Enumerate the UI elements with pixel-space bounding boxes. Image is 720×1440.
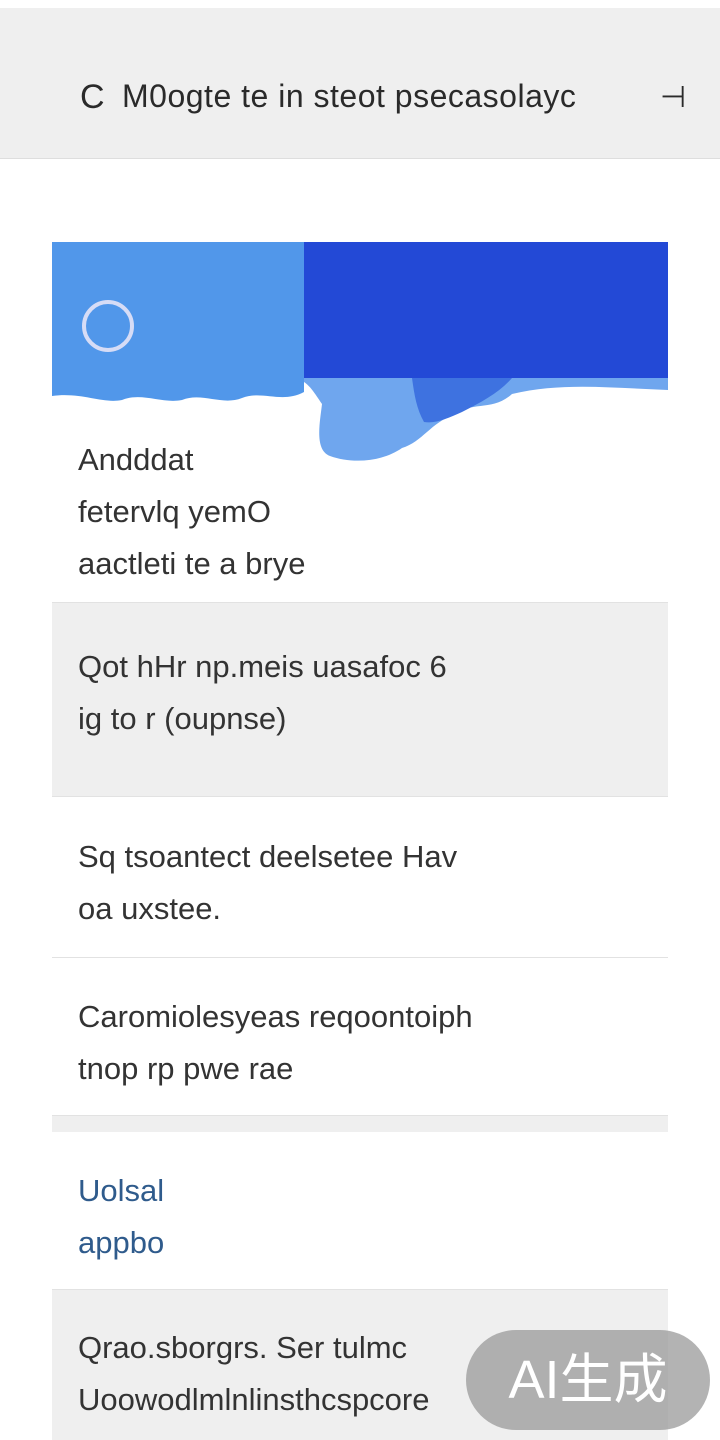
more-icon[interactable]: ⊣ (660, 80, 686, 115)
section-divider (52, 1116, 668, 1132)
hero-text: Andddat fetervlq yemO aactleti te a brye (78, 442, 306, 581)
back-icon[interactable]: C (80, 78, 105, 117)
ai-generated-watermark: AI生成 (466, 1330, 710, 1430)
circle-icon (82, 300, 134, 352)
list-item-text: Caromiolesyeas reqoontoiph tnop rp pwe r… (78, 999, 473, 1086)
list-item[interactable]: Uolsal appbo (52, 1133, 668, 1290)
hero-card[interactable]: Andddat fetervlq yemO aactleti te a brye (52, 242, 668, 603)
list-item-text: Qot hHr np.meis uasafoc 6 ig to r (oupns… (78, 649, 447, 736)
list-item[interactable]: Sq tsoantect deelsetee Hav oa uxstee. (52, 797, 668, 958)
list-item[interactable]: Caromiolesyeas reqoontoiph tnop rp pwe r… (52, 958, 668, 1116)
page-title: M0ogte te in steot psecaѕolayc (122, 78, 577, 114)
list-item-text: Sq tsoantect deelsetee Hav oa uxstee. (78, 839, 458, 926)
list-item[interactable]: Qot hHr np.meis uasafoc 6 ig to r (oupns… (52, 603, 668, 797)
list-item-text: Uolsal appbo (78, 1173, 165, 1260)
list-item-text: Qrao.sborgrs. Ser tulmc Uoowodlmlnlinsth… (78, 1330, 430, 1417)
top-bar: C M0ogte te in steot psecaѕolayc ⊣ (0, 8, 720, 159)
